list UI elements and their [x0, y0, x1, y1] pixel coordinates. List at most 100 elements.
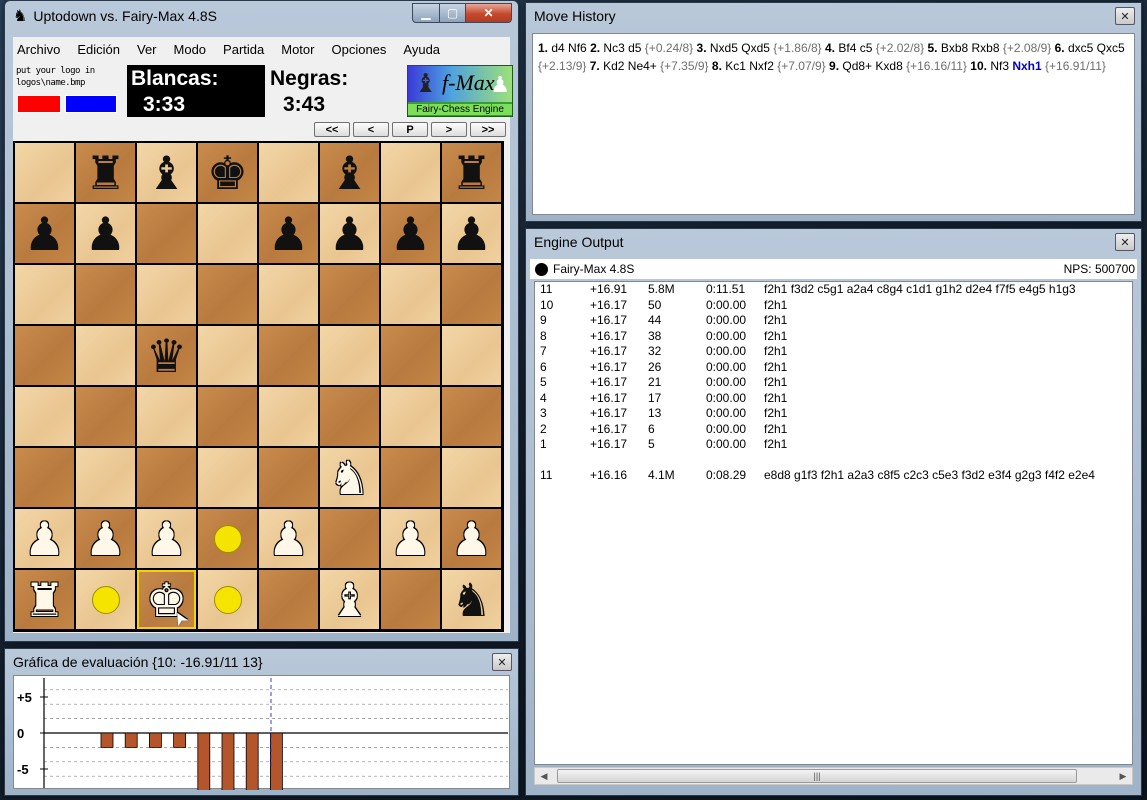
main-titlebar[interactable]: ♞ Uptodown vs. Fairy-Max 4.8S ▁ ▢ ✕ [5, 1, 518, 31]
square-b7[interactable]: ♟ [76, 204, 135, 263]
square-g2[interactable]: ♟ [381, 509, 440, 568]
white-pawn-icon[interactable]: ♟ [24, 516, 65, 562]
minimize-button[interactable]: ▁ [412, 3, 440, 23]
square-a8[interactable] [15, 143, 74, 202]
square-b6[interactable] [76, 265, 135, 324]
square-e2[interactable]: ♟ [259, 509, 318, 568]
square-d1[interactable] [198, 570, 257, 629]
white-pawn-icon[interactable]: ♟ [85, 516, 126, 562]
square-f7[interactable]: ♟ [320, 204, 379, 263]
square-d4[interactable] [198, 387, 257, 446]
square-h2[interactable]: ♟ [442, 509, 501, 568]
square-c2[interactable]: ♟ [137, 509, 196, 568]
square-a1[interactable]: ♜ [15, 570, 74, 629]
square-e3[interactable] [259, 448, 318, 507]
close-button[interactable]: ✕ [466, 3, 512, 23]
square-f8[interactable]: ♝ [320, 143, 379, 202]
square-b4[interactable] [76, 387, 135, 446]
engine-output-pane[interactable]: 11 +16.91 5.8M 0:11.51 f2h1 f3d2 c5g1 a2a4 c… [534, 281, 1133, 765]
square-a6[interactable] [15, 265, 74, 324]
square-e6[interactable] [259, 265, 318, 324]
engine-output-hscrollbar[interactable]: ◀ ||| ▶ [534, 767, 1133, 785]
black-pawn-icon[interactable]: ♟ [24, 211, 65, 257]
engine-output-close-button[interactable]: ✕ [1115, 233, 1135, 251]
square-b3[interactable] [76, 448, 135, 507]
square-h3[interactable] [442, 448, 501, 507]
move-history-text[interactable]: 1. d4 Nf6 2. Nc3 d5 {+0.24/8} 3. Nxd5 Qx… [533, 34, 1134, 80]
square-c5[interactable]: ♛ [137, 326, 196, 385]
square-e5[interactable] [259, 326, 318, 385]
square-d8[interactable]: ♚ [198, 143, 257, 202]
black-pawn-icon[interactable]: ♟ [329, 211, 370, 257]
square-c6[interactable] [137, 265, 196, 324]
square-e1[interactable] [259, 570, 318, 629]
nav-forward-button[interactable]: > [431, 122, 467, 137]
white-rook-icon[interactable]: ♜ [24, 577, 65, 623]
square-h1[interactable]: ♞ [442, 570, 501, 629]
square-f6[interactable] [320, 265, 379, 324]
square-a7[interactable]: ♟ [15, 204, 74, 263]
black-pawn-icon[interactable]: ♟ [451, 211, 492, 257]
menu-opciones[interactable]: Opciones [331, 42, 386, 57]
menu-partida[interactable]: Partida [223, 42, 264, 57]
square-d5[interactable] [198, 326, 257, 385]
engine-output-titlebar[interactable]: Engine Output ✕ [526, 229, 1141, 255]
white-pawn-icon[interactable]: ♟ [146, 516, 187, 562]
square-c8[interactable]: ♝ [137, 143, 196, 202]
square-b1[interactable] [76, 570, 135, 629]
square-g8[interactable] [381, 143, 440, 202]
white-bishop-icon[interactable]: ♝ [329, 577, 370, 623]
square-g4[interactable] [381, 387, 440, 446]
black-pawn-icon[interactable]: ♟ [85, 211, 126, 257]
eval-graph-close-button[interactable]: ✕ [492, 653, 512, 671]
nav-pause-button[interactable]: P [392, 122, 428, 137]
eval-graph-titlebar[interactable]: Gráfica de evaluación {10: -16.91/11 13}… [5, 649, 518, 675]
legal-move-dot[interactable] [213, 585, 242, 614]
square-a3[interactable] [15, 448, 74, 507]
square-g1[interactable] [381, 570, 440, 629]
square-h6[interactable] [442, 265, 501, 324]
black-rook-icon[interactable]: ♜ [85, 150, 126, 196]
square-g5[interactable] [381, 326, 440, 385]
black-pawn-icon[interactable]: ♟ [268, 211, 309, 257]
square-b2[interactable]: ♟ [76, 509, 135, 568]
move-history-close-button[interactable]: ✕ [1115, 7, 1135, 25]
menu-ayuda[interactable]: Ayuda [403, 42, 440, 57]
black-rook-icon[interactable]: ♜ [451, 150, 492, 196]
white-knight-icon[interactable]: ♞ [329, 455, 370, 501]
black-king-icon[interactable]: ♚ [207, 150, 248, 196]
move-history-titlebar[interactable]: Move History ✕ [526, 3, 1141, 29]
square-d6[interactable] [198, 265, 257, 324]
white-pawn-icon[interactable]: ♟ [268, 516, 309, 562]
square-h7[interactable]: ♟ [442, 204, 501, 263]
scroll-right-icon[interactable]: ▶ [1114, 771, 1132, 782]
square-e7[interactable]: ♟ [259, 204, 318, 263]
square-g7[interactable]: ♟ [381, 204, 440, 263]
square-f4[interactable] [320, 387, 379, 446]
square-c3[interactable] [137, 448, 196, 507]
square-a4[interactable] [15, 387, 74, 446]
square-c4[interactable] [137, 387, 196, 446]
menu-modo[interactable]: Modo [174, 42, 207, 57]
legal-move-dot[interactable] [213, 524, 242, 553]
square-f2[interactable] [320, 509, 379, 568]
square-f5[interactable] [320, 326, 379, 385]
black-queen-icon[interactable]: ♛ [146, 333, 187, 379]
square-h8[interactable]: ♜ [442, 143, 501, 202]
black-bishop-icon[interactable]: ♝ [329, 150, 370, 196]
square-g3[interactable] [381, 448, 440, 507]
black-pawn-icon[interactable]: ♟ [390, 211, 431, 257]
square-d7[interactable] [198, 204, 257, 263]
white-pawn-icon[interactable]: ♟ [390, 516, 431, 562]
square-h5[interactable] [442, 326, 501, 385]
square-g6[interactable] [381, 265, 440, 324]
square-f3[interactable]: ♞ [320, 448, 379, 507]
white-pawn-icon[interactable]: ♟ [451, 516, 492, 562]
menu-motor[interactable]: Motor [281, 42, 314, 57]
nav-back-button[interactable]: < [353, 122, 389, 137]
square-e8[interactable] [259, 143, 318, 202]
maximize-button[interactable]: ▢ [440, 3, 466, 23]
menu-archivo[interactable]: Archivo [17, 42, 60, 57]
legal-move-dot[interactable] [91, 585, 120, 614]
square-b8[interactable]: ♜ [76, 143, 135, 202]
